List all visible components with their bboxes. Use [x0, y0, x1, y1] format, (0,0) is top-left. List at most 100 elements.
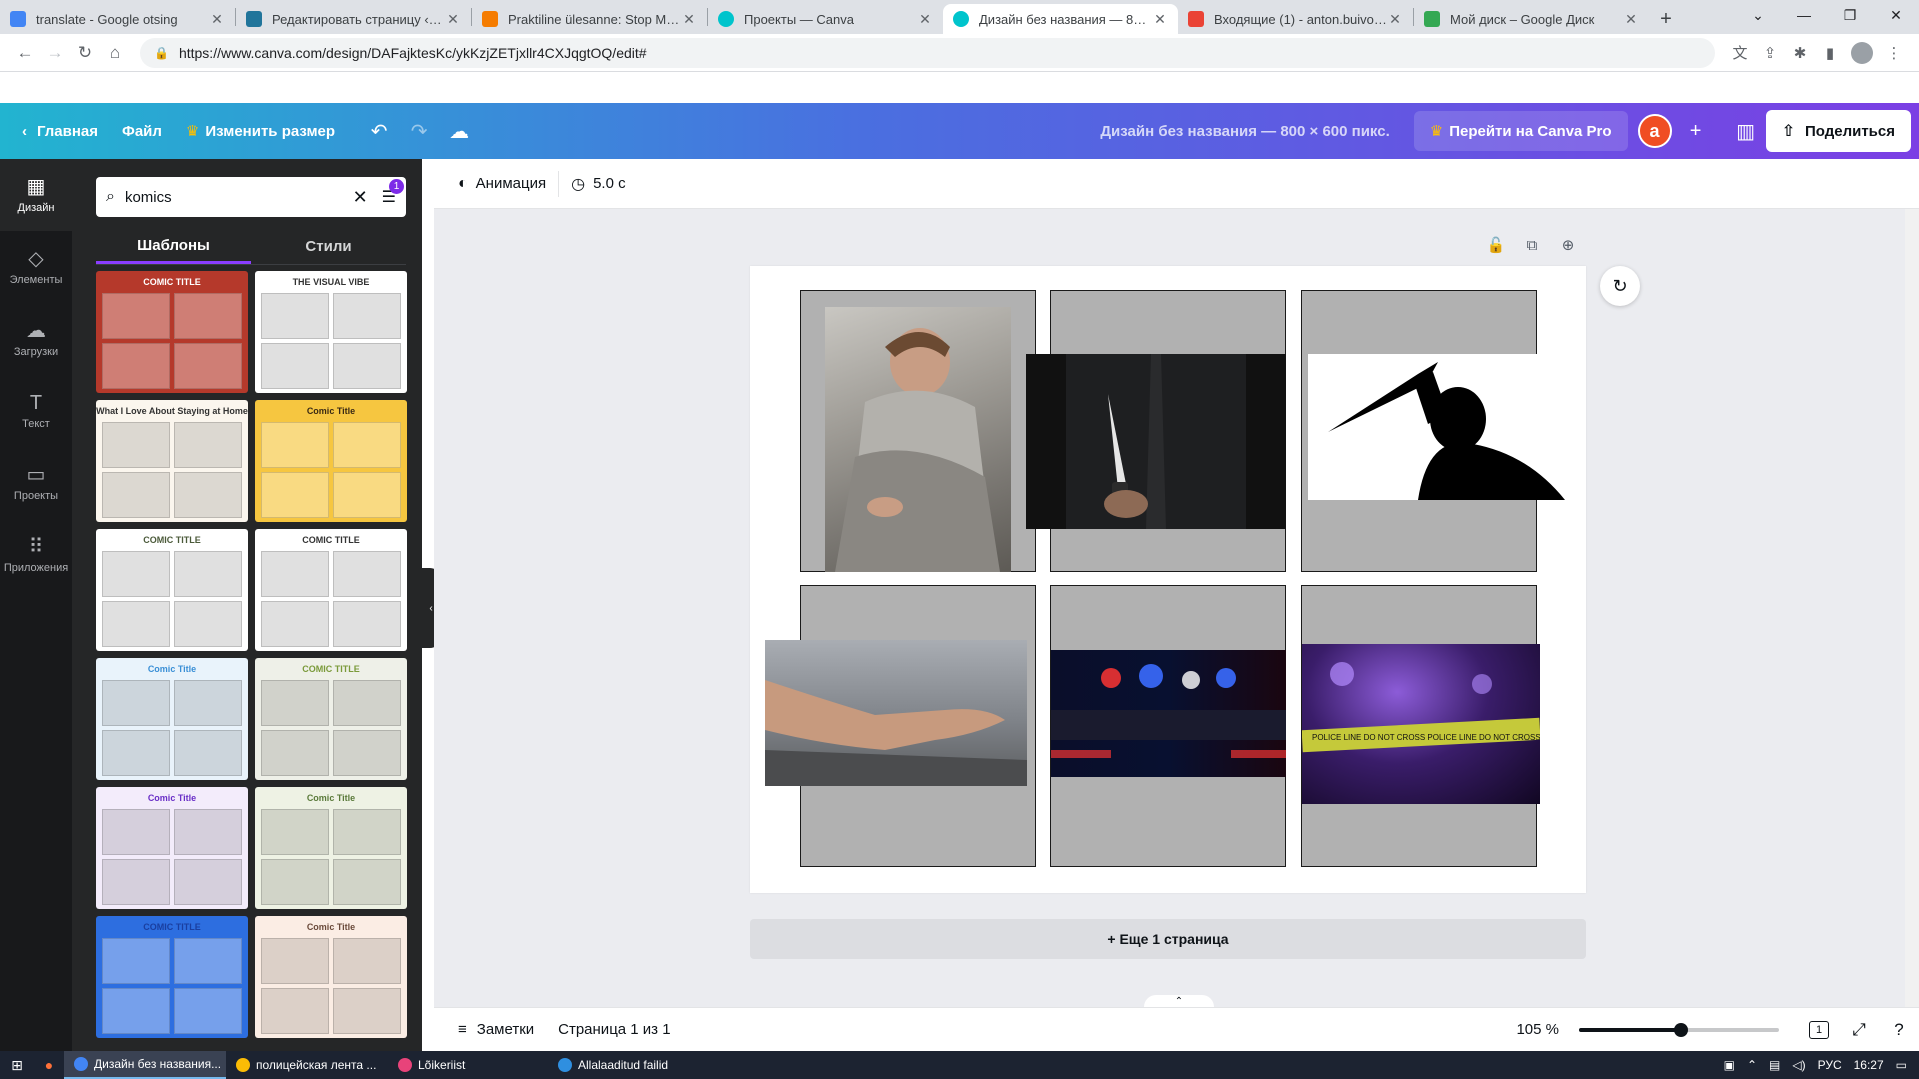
restore-icon[interactable]: ❐	[1827, 0, 1873, 30]
side-panel-icon[interactable]: ▮	[1815, 38, 1845, 68]
browser-tab[interactable]: Мой диск – Google Диск ✕	[1414, 4, 1649, 34]
design-page[interactable]: 🔓 ⧉ ⊕ POLICE LINE DO NOT CROSS POLICE LI…	[750, 237, 1586, 893]
rail-item-elements[interactable]: ◇ Элементы	[0, 231, 72, 303]
add-page-icon[interactable]: ⊕	[1550, 230, 1586, 260]
language-indicator[interactable]: РУС	[1812, 1058, 1848, 1072]
photo-knife-behind-back[interactable]	[1026, 354, 1286, 529]
cloud-saved-icon[interactable]: ☁	[439, 111, 479, 151]
lock-icon[interactable]: 🔓	[1478, 230, 1514, 260]
duplicate-page-icon[interactable]: ⧉	[1514, 230, 1550, 260]
tab-styles[interactable]: Стили	[251, 229, 406, 264]
template-thumbnail[interactable]: COMIC TITLE	[96, 916, 248, 1038]
browser-tab[interactable]: Проекты — Canva ✕	[708, 4, 943, 34]
rail-item-text[interactable]: T Текст	[0, 375, 72, 447]
canva-pro-button[interactable]: ♛ Перейти на Canva Pro	[1413, 111, 1628, 151]
taskbar-app[interactable]: Lõikeriist	[388, 1051, 548, 1079]
taskbar-app[interactable]: полицейская лента ...	[226, 1051, 388, 1079]
avatar[interactable]: a	[1637, 114, 1672, 148]
notifications-icon[interactable]: ▭	[1890, 1058, 1913, 1072]
firefox-icon[interactable]: ●	[34, 1051, 64, 1079]
template-thumbnail[interactable]: Comic Title	[96, 787, 248, 909]
close-icon[interactable]: ✕	[917, 11, 933, 28]
menu-icon[interactable]: ⋮	[1879, 38, 1909, 68]
browser-tab[interactable]: Входящие (1) - anton.buivol@g ✕	[1178, 4, 1413, 34]
template-thumbnail[interactable]: Comic Title	[255, 400, 407, 522]
fullscreen-icon[interactable]: ⤢	[1839, 1020, 1879, 1040]
duration-button[interactable]: ◷ 5.0 с	[559, 166, 638, 202]
filter-icon[interactable]: ☰ 1	[382, 179, 404, 207]
template-thumbnail[interactable]: Comic Title	[255, 787, 407, 909]
profile-avatar[interactable]	[1851, 41, 1873, 64]
taskbar-app[interactable]: Allalaaditud failid	[548, 1051, 710, 1079]
minimize-icon[interactable]: —	[1781, 0, 1827, 30]
template-thumbnail[interactable]: COMIC TITLE	[96, 529, 248, 651]
add-user-icon[interactable]: +	[1676, 111, 1716, 151]
browser-tab[interactable]: Редактировать страницу ‹ Notes✕	[236, 4, 471, 34]
rail-item-projects[interactable]: ▭ Проекты	[0, 447, 72, 519]
clock[interactable]: 16:27	[1848, 1058, 1890, 1072]
close-icon[interactable]: ✕	[681, 11, 697, 28]
tab-templates[interactable]: Шаблоны	[96, 229, 251, 264]
add-page-button[interactable]: + Еще 1 страница	[750, 919, 1586, 959]
volume-icon[interactable]: ◁)	[1786, 1058, 1811, 1072]
zoom-slider[interactable]	[1579, 1022, 1779, 1037]
photo-police-lights[interactable]	[1051, 650, 1286, 777]
clear-search-icon[interactable]: ✕	[353, 187, 368, 208]
zoom-value[interactable]: 105 %	[1499, 1021, 1559, 1038]
insights-icon[interactable]: ▥	[1726, 111, 1766, 151]
browser-tab-active[interactable]: Дизайн без названия — 800 × ✕	[943, 4, 1178, 34]
rail-item-apps[interactable]: ⠿ Приложения	[0, 519, 72, 591]
notes-button[interactable]: ≡ Заметки	[446, 1021, 546, 1038]
design-title[interactable]: Дизайн без названия — 800 × 600 пикс.	[1100, 123, 1413, 140]
reload-icon[interactable]: ↻	[70, 38, 100, 68]
tray-expand-icon[interactable]: ⌃	[1741, 1058, 1763, 1072]
close-window-icon[interactable]: ✕	[1873, 0, 1919, 30]
help-icon[interactable]: ?	[1879, 1020, 1919, 1040]
windows-start-icon[interactable]: ⊞	[0, 1051, 34, 1079]
template-thumbnail[interactable]: COMIC TITLE	[255, 658, 407, 780]
photo-sleeping-man[interactable]	[825, 307, 1011, 572]
new-tab-button[interactable]: +	[1649, 4, 1683, 34]
template-thumbnail[interactable]: THE VISUAL VIBE	[255, 271, 407, 393]
close-icon[interactable]: ✕	[209, 11, 225, 28]
redo-icon[interactable]: ↷	[399, 111, 439, 151]
template-thumbnail[interactable]: What I Love About Staying at Home	[96, 400, 248, 522]
vertical-scrollbar[interactable]	[1905, 209, 1919, 1007]
browser-tab[interactable]: Praktiline ülesanne: Stop Motion ✕	[472, 4, 707, 34]
network-icon[interactable]: ▤	[1763, 1058, 1786, 1072]
page-indicator[interactable]: Страница 1 из 1	[546, 1021, 682, 1038]
rail-item-uploads[interactable]: ☁ Загрузки	[0, 303, 72, 375]
file-menu-button[interactable]: Файл	[110, 111, 174, 151]
photo-hand-on-floor[interactable]	[765, 640, 1027, 786]
resize-button[interactable]: ♛ Изменить размер	[174, 111, 347, 151]
url-field[interactable]: 🔒 https://www.canva.com/design/DAFajktesK…	[140, 37, 1715, 68]
taskbar-app[interactable]: Дизайн без названия...	[64, 1051, 226, 1079]
tray-app-icon[interactable]: ▣	[1718, 1058, 1741, 1072]
page-count-icon[interactable]: 1	[1799, 1020, 1839, 1039]
forward-icon[interactable]: →	[40, 38, 70, 68]
close-icon[interactable]: ✕	[445, 11, 461, 28]
close-icon[interactable]: ✕	[1387, 11, 1403, 28]
close-icon[interactable]: ✕	[1623, 11, 1639, 28]
home-button[interactable]: ‹ Главная	[10, 111, 110, 151]
home-icon[interactable]: ⌂	[100, 38, 130, 68]
translate-icon[interactable]: 文	[1725, 38, 1755, 68]
undo-icon[interactable]: ↶	[359, 111, 399, 151]
rail-item-design[interactable]: ▦ Дизайн	[0, 159, 72, 231]
refresh-comment-icon[interactable]: ↻	[1600, 266, 1640, 306]
extensions-icon[interactable]: ✱	[1785, 38, 1815, 68]
photo-police-tape[interactable]: POLICE LINE DO NOT CROSS POLICE LINE DO …	[1302, 644, 1540, 804]
share-page-icon[interactable]: ⇪	[1755, 38, 1785, 68]
close-icon[interactable]: ✕	[1152, 11, 1168, 28]
template-thumbnail[interactable]: Comic Title	[96, 658, 248, 780]
browser-tab[interactable]: translate - Google otsing ✕	[0, 4, 235, 34]
back-icon[interactable]: ←	[10, 38, 40, 68]
template-thumbnail[interactable]: COMIC TITLE	[96, 271, 248, 393]
share-button[interactable]: ⇧ Поделиться	[1765, 110, 1911, 152]
tab-search-icon[interactable]: ⌄	[1735, 0, 1781, 30]
expand-pages-button[interactable]: ⌃	[1144, 995, 1214, 1007]
zoom-slider-knob[interactable]	[1674, 1022, 1688, 1037]
template-thumbnail[interactable]: Comic Title	[255, 916, 407, 1038]
animation-button[interactable]: ◐ Анимация	[446, 166, 558, 202]
template-thumbnail[interactable]: COMIC TITLE	[255, 529, 407, 651]
